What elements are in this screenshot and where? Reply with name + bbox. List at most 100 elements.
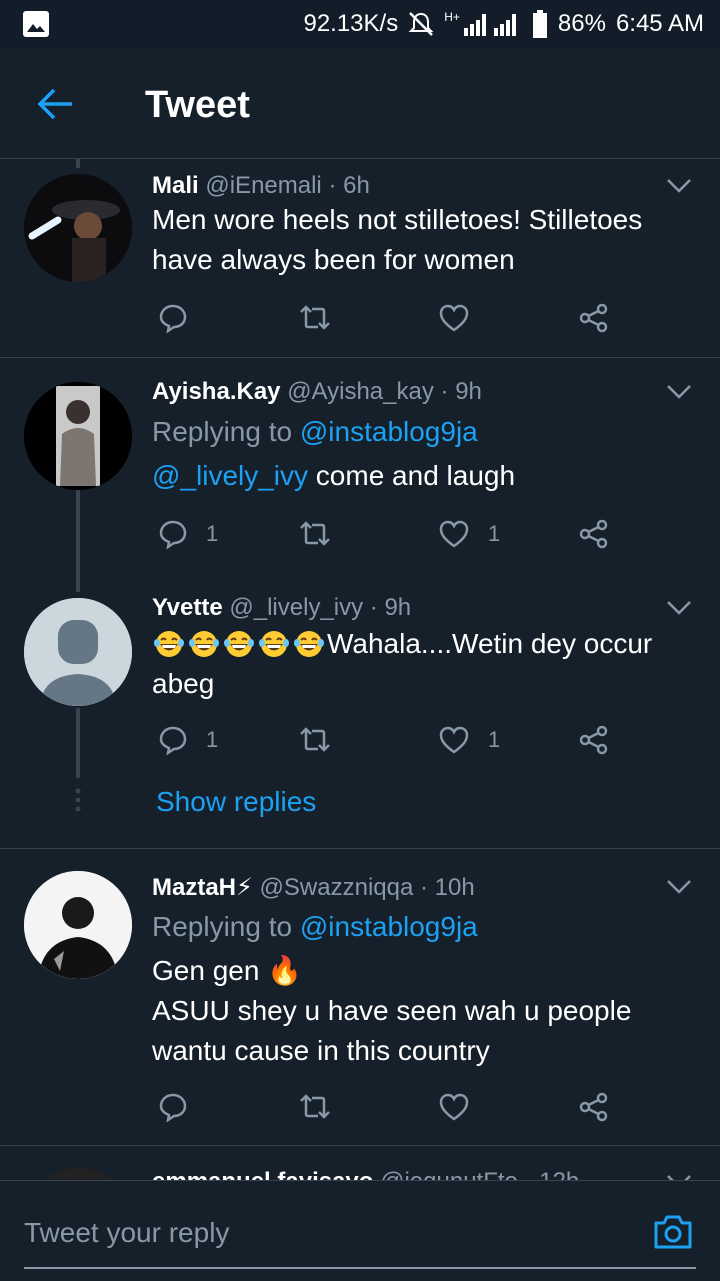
retweet-icon (300, 305, 330, 330)
reply-button[interactable]: 1 (158, 720, 218, 760)
tweet-actions (152, 298, 672, 338)
like-button[interactable] (438, 298, 488, 338)
back-arrow-icon[interactable] (36, 84, 76, 124)
tweet-header: Ayisha.Kay @Ayisha_kay · 9h (152, 378, 482, 406)
avatar[interactable] (24, 174, 132, 282)
reply-input[interactable]: Tweet your reply (24, 1217, 229, 1249)
avatar[interactable] (24, 382, 132, 490)
tweet-text-line: ASUU shey u have seen wah u people wantu… (152, 995, 632, 1066)
chevron-down-icon[interactable] (666, 178, 692, 194)
like-button[interactable]: 1 (438, 720, 500, 760)
tweet-header: MaztaH⚡ @Swazzniqqa · 10h (152, 873, 475, 902)
share-icon (579, 519, 608, 549)
show-replies-link[interactable]: Show replies (156, 786, 316, 818)
input-underline (24, 1267, 696, 1269)
clock: 6:45 AM (615, 10, 704, 37)
status-bar: 92.13K/s H+ 86% 6:45 AM (0, 0, 720, 48)
like-count: 1 (488, 521, 501, 546)
mute-icon (408, 12, 434, 36)
display-name[interactable]: emmanuel fayisayo (152, 1168, 373, 1180)
share-icon (579, 725, 608, 755)
chevron-down-icon[interactable] (666, 879, 692, 895)
chevron-down-icon[interactable] (666, 600, 692, 616)
retweet-icon (300, 1094, 330, 1119)
replying-to: Replying to @instablog9ja (152, 911, 478, 942)
reply-icon (159, 520, 187, 549)
signal-icon (463, 14, 516, 36)
like-icon (439, 304, 469, 332)
replying-to-link[interactable]: @instablog9ja (300, 911, 478, 942)
handle[interactable]: @Swazzniqqa (260, 874, 414, 901)
retweet-button[interactable] (298, 720, 332, 760)
avatar[interactable] (24, 598, 132, 706)
laughing-emoji-group (152, 628, 327, 659)
handle[interactable]: @iEnemali (205, 172, 321, 199)
display-name[interactable]: Mali (152, 172, 199, 199)
reply-icon (159, 1093, 187, 1122)
tweet-ayisha[interactable]: Ayisha.Kay @Ayisha_kay · 9h Replying to … (0, 358, 720, 590)
like-button[interactable]: 1 (438, 514, 500, 554)
like-button[interactable] (438, 1087, 488, 1127)
tweet-text-line: Gen gen 🔥 (152, 955, 303, 986)
reply-button[interactable]: 1 (158, 514, 218, 554)
reply-icon (159, 726, 187, 755)
display-name[interactable]: Ayisha.Kay (152, 378, 281, 405)
reply-icon (159, 304, 187, 333)
tweet-header: emmanuel fayisayo @iegunutFto · 12h (152, 1168, 579, 1180)
display-name[interactable]: MaztaH⚡ (152, 874, 253, 901)
like-icon (439, 520, 469, 548)
laughing-emoji-icon (224, 631, 254, 657)
share-button[interactable] (578, 720, 610, 760)
handle[interactable]: @Ayisha_kay (287, 378, 434, 405)
tweet-text: Gen gen 🔥 ASUU shey u have seen wah u pe… (152, 951, 697, 1071)
retweet-button[interactable] (298, 298, 332, 338)
like-icon (439, 1093, 469, 1121)
share-icon (579, 1092, 608, 1122)
share-button[interactable] (578, 514, 610, 554)
retweet-button[interactable] (298, 1087, 332, 1127)
avatar[interactable] (24, 1168, 132, 1180)
share-button[interactable] (578, 298, 610, 338)
laughing-emoji-icon (259, 631, 289, 657)
tweet-text: Men wore heels not stilletoes! Stilletoe… (152, 204, 643, 275)
handle[interactable]: @iegunutFto (380, 1168, 518, 1180)
tweet-text: @_lively_ivy come and laugh (152, 460, 516, 491)
chevron-down-icon[interactable] (666, 384, 692, 400)
reply-composer[interactable]: Tweet your reply (0, 1180, 720, 1281)
gallery-icon (23, 11, 49, 37)
tweet-header: Mali @iEnemali · 6h (152, 172, 370, 200)
tweet-mali[interactable]: Mali @iEnemali · 6h Men wore heels not s… (0, 158, 720, 358)
share-button[interactable] (578, 1087, 610, 1127)
timestamp: · 9h (369, 594, 412, 621)
reply-count: 1 (206, 727, 219, 752)
like-count: 1 (488, 727, 501, 752)
tweet-actions: 1 1 (152, 514, 672, 554)
mention-link[interactable]: @_lively_ivy (152, 460, 308, 491)
tweet-yvette[interactable]: Yvette @_lively_ivy · 9h Wahala....Wetin… (0, 592, 720, 848)
laughing-emoji-icon (294, 631, 324, 657)
like-icon (439, 726, 469, 754)
reply-button[interactable] (158, 1087, 206, 1127)
tweet-emmanuel[interactable]: emmanuel fayisayo @iegunutFto · 12h (0, 1146, 720, 1180)
laughing-emoji-icon (189, 631, 219, 657)
handle[interactable]: @_lively_ivy (229, 594, 363, 621)
battery-icon (532, 10, 547, 38)
retweet-icon (300, 521, 330, 546)
app-bar: Tweet (0, 48, 720, 159)
avatar[interactable] (24, 871, 132, 979)
timestamp: · 9h (440, 378, 482, 405)
retweet-button[interactable] (298, 514, 332, 554)
timestamp: · 10h (420, 874, 475, 901)
page-title: Tweet (145, 84, 250, 126)
tweet-actions (152, 1087, 672, 1127)
display-name[interactable]: Yvette (152, 594, 223, 621)
tweet-header: Yvette @_lively_ivy · 9h (152, 594, 411, 622)
battery-level: 86% (557, 10, 606, 37)
reply-button[interactable] (158, 298, 206, 338)
tweet-actions: 1 1 (152, 720, 672, 760)
camera-icon[interactable] (652, 1211, 694, 1253)
tweet-maztah[interactable]: MaztaH⚡ @Swazzniqqa · 10h Replying to @i… (0, 849, 720, 1145)
share-icon (579, 303, 608, 333)
replying-to-link[interactable]: @instablog9ja (300, 416, 478, 447)
retweet-icon (300, 727, 330, 752)
